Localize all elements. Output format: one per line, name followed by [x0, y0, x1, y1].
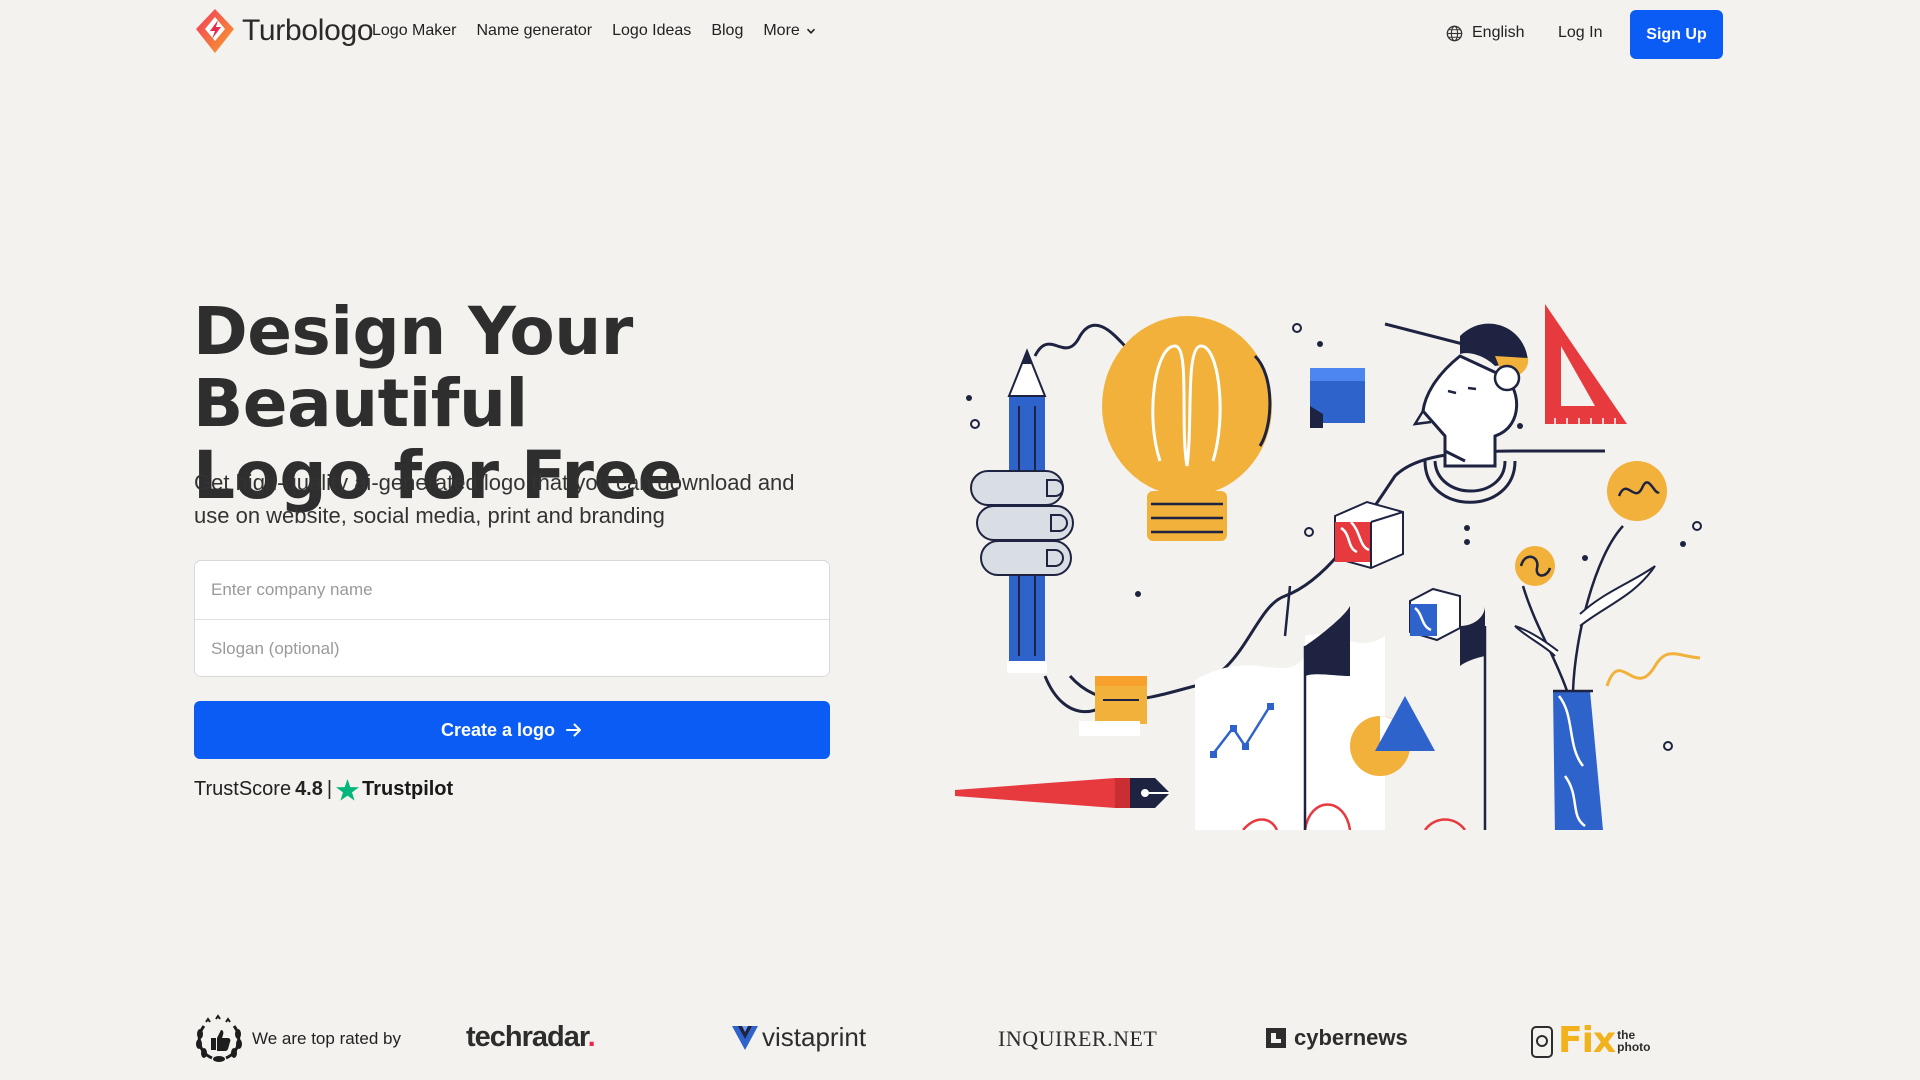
hero-illustration: [955, 304, 1702, 830]
rated-by: We are top rated by: [194, 1014, 401, 1064]
star-icon: [336, 778, 360, 801]
fixthephoto-camera-icon: [1531, 1025, 1553, 1058]
arrow-right-icon: [566, 723, 582, 737]
nav-logo-ideas[interactable]: Logo Ideas: [612, 22, 691, 40]
inquirer-logo[interactable]: INQUIRER.NET: [998, 1026, 1157, 1052]
trustpilot-label: Trustpilot: [362, 778, 454, 800]
techradar-text: techradar: [466, 1021, 589, 1053]
hero-title-line1: Design Your Beautiful: [193, 293, 633, 442]
site-header: Turbologo Logo Maker Name generator Logo…: [0, 0, 1920, 68]
company-name-input[interactable]: [195, 561, 829, 619]
nav-more-label: More: [763, 22, 800, 39]
trustscore-prefix: TrustScore: [194, 778, 292, 800]
nav-name-generator[interactable]: Name generator: [477, 22, 593, 40]
hero-subtitle: Get high-quality ai-generated logo that …: [194, 470, 795, 528]
trustpilot-brand: Trustpilot: [336, 778, 453, 801]
turbologo-diamond-icon: [196, 9, 234, 53]
globe-icon: [1446, 25, 1463, 41]
chevron-down-icon: [806, 28, 815, 34]
brand-name: Turbologo: [242, 14, 374, 47]
techradar-dot: .: [587, 1021, 596, 1053]
fix-photo-text: photo: [1617, 1039, 1651, 1054]
signup-button[interactable]: Sign Up: [1630, 10, 1723, 59]
vistaprint-logo[interactable]: vistaprint: [732, 1022, 866, 1053]
language-selector[interactable]: English: [1446, 24, 1524, 42]
brand-logo[interactable]: Turbologo: [194, 8, 374, 54]
cybernews-text: cybernews: [1294, 1025, 1408, 1050]
techradar-logo[interactable]: techradar.: [466, 1021, 596, 1054]
trustscore-separator: |: [326, 778, 333, 800]
nav-logo-maker[interactable]: Logo Maker: [372, 22, 457, 40]
login-link[interactable]: Log In: [1558, 24, 1602, 42]
rated-by-label: We are top rated by: [252, 1029, 401, 1048]
trustscore[interactable]: TrustScore 4.8 | Trustpilot: [194, 778, 453, 801]
nav-more[interactable]: More: [763, 22, 815, 40]
nav-blog[interactable]: Blog: [711, 22, 743, 40]
language-label: English: [1472, 24, 1525, 41]
create-logo-button[interactable]: Create a logo: [194, 701, 830, 759]
vistaprint-text: vistaprint: [762, 1022, 867, 1052]
create-logo-label: Create a logo: [440, 719, 556, 740]
vistaprint-mark-icon: [732, 1025, 758, 1050]
laurel-thumbs-up-icon: [196, 1014, 242, 1062]
cybernews-logo[interactable]: cybernews: [1266, 1025, 1408, 1051]
logo-form: [194, 560, 830, 677]
trustscore-value: 4.8: [295, 778, 323, 800]
fix-text: Fix: [1558, 1020, 1616, 1061]
cybernews-mark-icon: [1266, 1028, 1286, 1048]
fix-the-photo: the photo: [1617, 1029, 1650, 1053]
slogan-input[interactable]: [195, 620, 829, 676]
fixthephoto-logo[interactable]: Fix the photo: [1530, 1020, 1650, 1061]
main-nav: Logo Maker Name generator Logo Ideas Blo…: [372, 22, 816, 40]
